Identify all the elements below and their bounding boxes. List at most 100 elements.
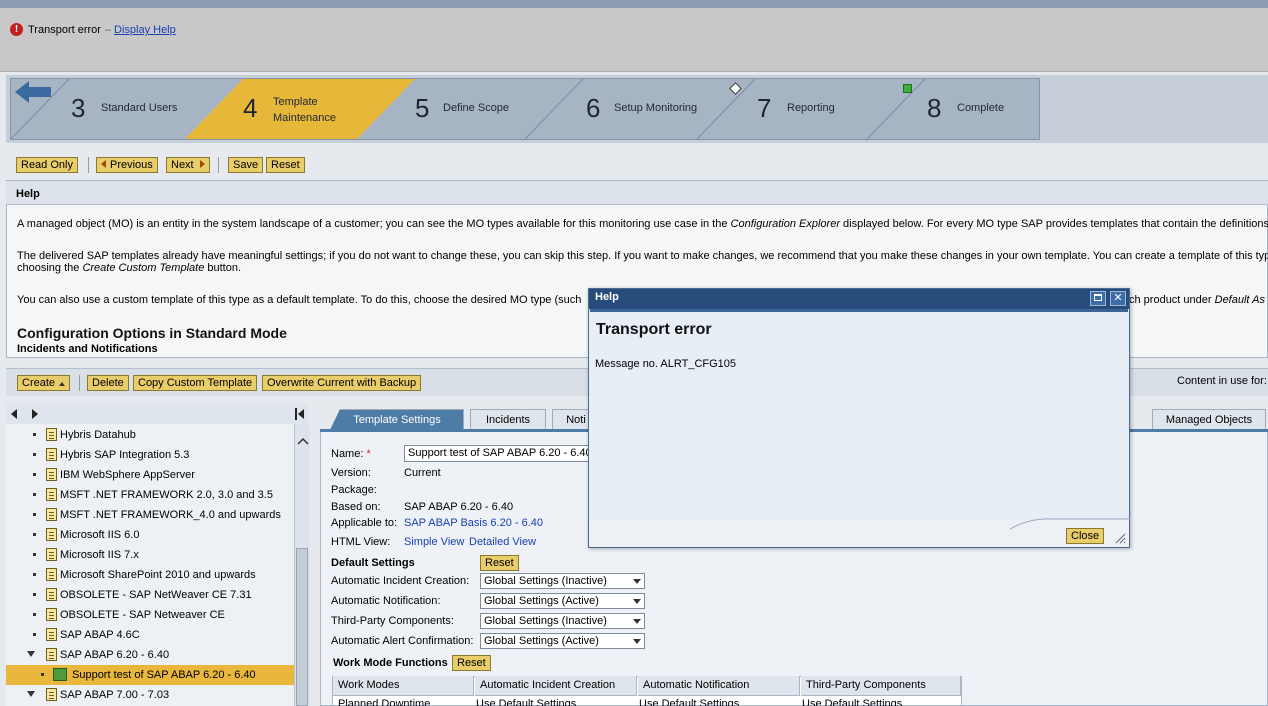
tab-managed-objects[interactable]: Managed Objects bbox=[1152, 409, 1266, 430]
content-in-use-label: Content in use for: bbox=[1177, 375, 1267, 387]
bullet bbox=[33, 573, 36, 576]
applicable-to-label: Applicable to: bbox=[331, 517, 398, 529]
template-icon bbox=[46, 568, 57, 581]
auto-notification-select[interactable]: Global Settings (Active) bbox=[480, 593, 645, 609]
tree-item[interactable]: MSFT .NET FRAMEWORK 2.0, 3.0 and 3.5 bbox=[6, 485, 294, 505]
dialog-close-button[interactable]: Close bbox=[1066, 528, 1105, 544]
work-mode-reset-button[interactable]: Reset bbox=[452, 655, 491, 671]
step-standard-users[interactable]: 3 Standard Users bbox=[71, 79, 221, 139]
bullet bbox=[33, 453, 36, 456]
tree-item-label: SAP ABAP 7.00 - 7.03 bbox=[60, 689, 170, 701]
step-number: 4 bbox=[243, 93, 258, 123]
table-header: Automatic Notification bbox=[638, 676, 800, 696]
expand-arrow-icon[interactable] bbox=[27, 691, 35, 697]
dialog-titlebar[interactable] bbox=[589, 289, 1129, 309]
tab-incidents[interactable]: Incidents bbox=[470, 409, 546, 430]
tree-item[interactable]: Microsoft SharePoint 2010 and upwards bbox=[6, 565, 294, 585]
name-input[interactable]: Support test of SAP ABAP 6.20 - 6.40 bbox=[404, 445, 594, 462]
step-complete[interactable]: 8 Complete bbox=[927, 79, 1037, 139]
previous-button[interactable]: Previous bbox=[96, 157, 158, 173]
based-on-label: Based on: bbox=[331, 501, 381, 513]
maximize-icon[interactable] bbox=[1090, 291, 1106, 306]
display-help-link[interactable]: Display Help bbox=[114, 24, 176, 36]
bullet bbox=[33, 473, 36, 476]
third-party-label: Third-Party Components: bbox=[331, 615, 454, 627]
bullet bbox=[33, 533, 36, 536]
step-reporting[interactable]: 7 Reporting bbox=[757, 79, 907, 139]
tree-item-label: SAP ABAP 4.6C bbox=[60, 629, 140, 641]
tree-prev-icon[interactable] bbox=[11, 409, 17, 419]
template-icon bbox=[46, 628, 57, 641]
tab-template-settings[interactable]: Template Settings bbox=[330, 409, 464, 430]
table-cell-select[interactable]: Use Default Settings bbox=[797, 697, 962, 706]
scrollbar-thumb[interactable] bbox=[296, 548, 308, 706]
tree-item[interactable]: OBSOLETE - SAP NetWeaver CE 7.31 bbox=[6, 585, 294, 605]
dropdown-arrow-icon bbox=[633, 599, 641, 604]
dialog-message: Message no. ALRT_CFG105 bbox=[595, 358, 737, 370]
message-separator: – bbox=[105, 24, 112, 36]
tree-item-label: IBM WebSphere AppServer bbox=[60, 469, 195, 481]
table-cell-select[interactable]: Use Default Settings bbox=[634, 697, 799, 706]
tree-next-icon[interactable] bbox=[32, 409, 38, 419]
save-button[interactable]: Save bbox=[228, 157, 264, 173]
simple-view-link[interactable]: Simple View bbox=[404, 536, 464, 548]
next-button[interactable]: Next bbox=[166, 157, 210, 173]
tree-item[interactable]: IBM WebSphere AppServer bbox=[6, 465, 294, 485]
step-label: Define Scope bbox=[443, 102, 510, 114]
tree-item-label: Hybris SAP Integration 5.3 bbox=[60, 449, 190, 461]
auto-alert-select[interactable]: Global Settings (Active) bbox=[480, 633, 645, 649]
table-cell-select[interactable]: Use Default Settings bbox=[471, 697, 636, 706]
tree-item[interactable]: SAP ABAP 6.20 - 6.40 bbox=[6, 645, 294, 665]
step-setup-monitoring[interactable]: 6 Setup Monitoring bbox=[586, 79, 736, 139]
error-message: Transport error bbox=[28, 24, 101, 36]
close-icon[interactable]: ✕ bbox=[1110, 291, 1126, 306]
default-settings-reset-button[interactable]: Reset bbox=[480, 555, 519, 571]
copy-custom-template-button[interactable]: Copy Custom Template bbox=[133, 375, 258, 391]
tree-item[interactable]: Hybris Datahub bbox=[6, 425, 294, 445]
template-icon bbox=[46, 428, 57, 441]
read-only-button[interactable]: Read Only bbox=[16, 157, 78, 173]
applicable-to-link[interactable]: SAP ABAP Basis 6.20 - 6.40 bbox=[404, 517, 543, 529]
step-label: Complete bbox=[957, 102, 1005, 114]
default-settings-heading: Default Settings bbox=[331, 557, 415, 569]
tree-item-label: Support test of SAP ABAP 6.20 - 6.40 bbox=[72, 669, 256, 681]
create-button[interactable]: Create bbox=[17, 375, 71, 391]
package-label: Package: bbox=[331, 484, 377, 496]
overwrite-backup-button[interactable]: Overwrite Current with Backup bbox=[262, 375, 422, 391]
tree-item-label: Microsoft IIS 7.x bbox=[60, 549, 139, 561]
tree-item-label: OBSOLETE - SAP NetWeaver CE 7.31 bbox=[60, 589, 252, 601]
expand-arrow-icon[interactable] bbox=[27, 651, 35, 657]
bullet bbox=[33, 613, 36, 616]
scroll-up-icon[interactable] bbox=[297, 436, 309, 446]
step-define-scope[interactable]: 5 Define Scope bbox=[415, 79, 565, 139]
resize-grip-icon[interactable] bbox=[1114, 532, 1126, 544]
dropdown-arrow-icon bbox=[633, 579, 641, 584]
delete-button[interactable]: Delete bbox=[87, 375, 129, 391]
tree-item-selected[interactable]: Support test of SAP ABAP 6.20 - 6.40 bbox=[6, 665, 294, 685]
tree-item[interactable]: SAP ABAP 7.00 - 7.03 bbox=[6, 685, 294, 705]
tree-item[interactable]: Microsoft IIS 6.0 bbox=[6, 525, 294, 545]
collapse-panel-icon[interactable] bbox=[295, 408, 297, 420]
tree-item[interactable]: OBSOLETE - SAP Netweaver CE bbox=[6, 605, 294, 625]
reset-button[interactable]: Reset bbox=[266, 157, 305, 173]
previous-label: Previous bbox=[110, 159, 153, 171]
auto-incident-select[interactable]: Global Settings (Inactive) bbox=[480, 573, 645, 589]
detailed-view-link[interactable]: Detailed View bbox=[469, 536, 536, 548]
tree-item[interactable]: Microsoft IIS 7.x bbox=[6, 545, 294, 565]
config-options-heading: Configuration Options in Standard Mode bbox=[17, 325, 287, 341]
tree-item[interactable]: MSFT .NET FRAMEWORK_4.0 and upwards bbox=[6, 505, 294, 525]
tree-item[interactable]: Hybris SAP Integration 5.3 bbox=[6, 445, 294, 465]
step-template-maintenance[interactable]: 4 Template Maintenance bbox=[243, 79, 393, 139]
config-options-subheading: Incidents and Notifications bbox=[17, 343, 158, 355]
collapse-panel-arrow[interactable] bbox=[298, 409, 304, 419]
step-number: 5 bbox=[415, 93, 430, 123]
custom-template-icon bbox=[53, 668, 67, 681]
left-arrow-icon bbox=[101, 160, 106, 168]
name-label: Name: * bbox=[331, 448, 371, 460]
auto-incident-label: Automatic Incident Creation: bbox=[331, 575, 470, 587]
third-party-select[interactable]: Global Settings (Inactive) bbox=[480, 613, 645, 629]
dialog-title: Help bbox=[595, 291, 619, 303]
bullet bbox=[41, 673, 44, 676]
bullet bbox=[33, 553, 36, 556]
tree-item[interactable]: SAP ABAP 4.6C bbox=[6, 625, 294, 645]
